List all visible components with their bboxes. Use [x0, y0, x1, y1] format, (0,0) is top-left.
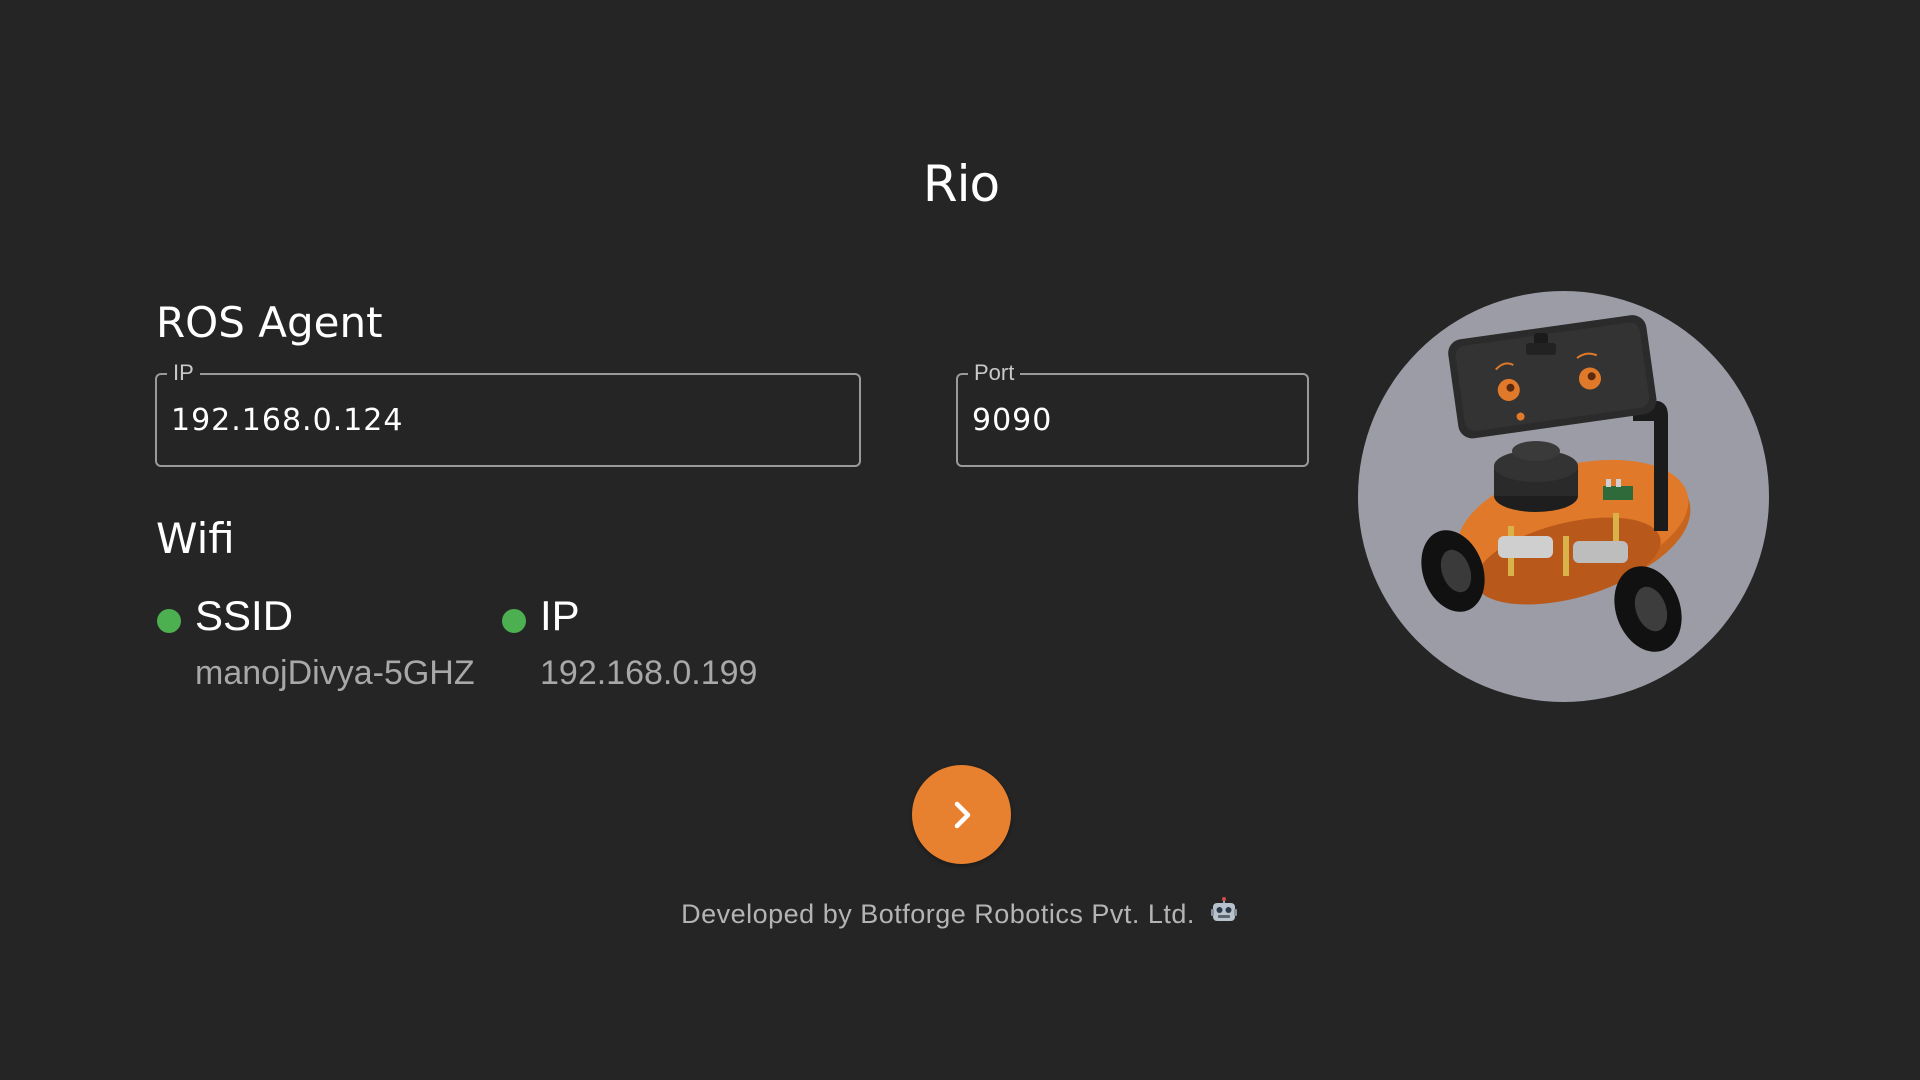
footer-text: Developed by Botforge Robotics Pvt. Ltd. [681, 899, 1195, 929]
ros-port-input[interactable] [972, 375, 1293, 465]
chevron-right-icon [954, 801, 970, 828]
robot-image [1358, 291, 1769, 702]
robot-photo-icon [1421, 315, 1691, 652]
ros-ip-input[interactable] [171, 375, 845, 465]
robot-emoji-icon [1210, 897, 1237, 921]
ros-agent-heading: ROS Agent [156, 298, 383, 347]
footer: Developed by Botforge Robotics Pvt. Ltd. [0, 897, 1920, 930]
ssid-value: manojDivya-5GHZ [195, 654, 475, 692]
ros-port-field[interactable]: Port [956, 358, 1309, 467]
ros-ip-field[interactable]: IP [155, 358, 861, 467]
wifi-heading: Wifi [156, 514, 235, 563]
next-button[interactable] [912, 765, 1011, 864]
wifi-ip-value: 192.168.0.199 [540, 654, 758, 692]
connection-screen: Rio ROS Agent IP Port Wifi SSID manojDiv… [0, 0, 1920, 1080]
wifi-ip-label: IP [540, 592, 580, 639]
ssid-label: SSID [195, 592, 294, 639]
ip-status-dot [502, 609, 526, 633]
ssid-status-dot [157, 609, 181, 633]
app-title: Rio [922, 155, 1000, 213]
